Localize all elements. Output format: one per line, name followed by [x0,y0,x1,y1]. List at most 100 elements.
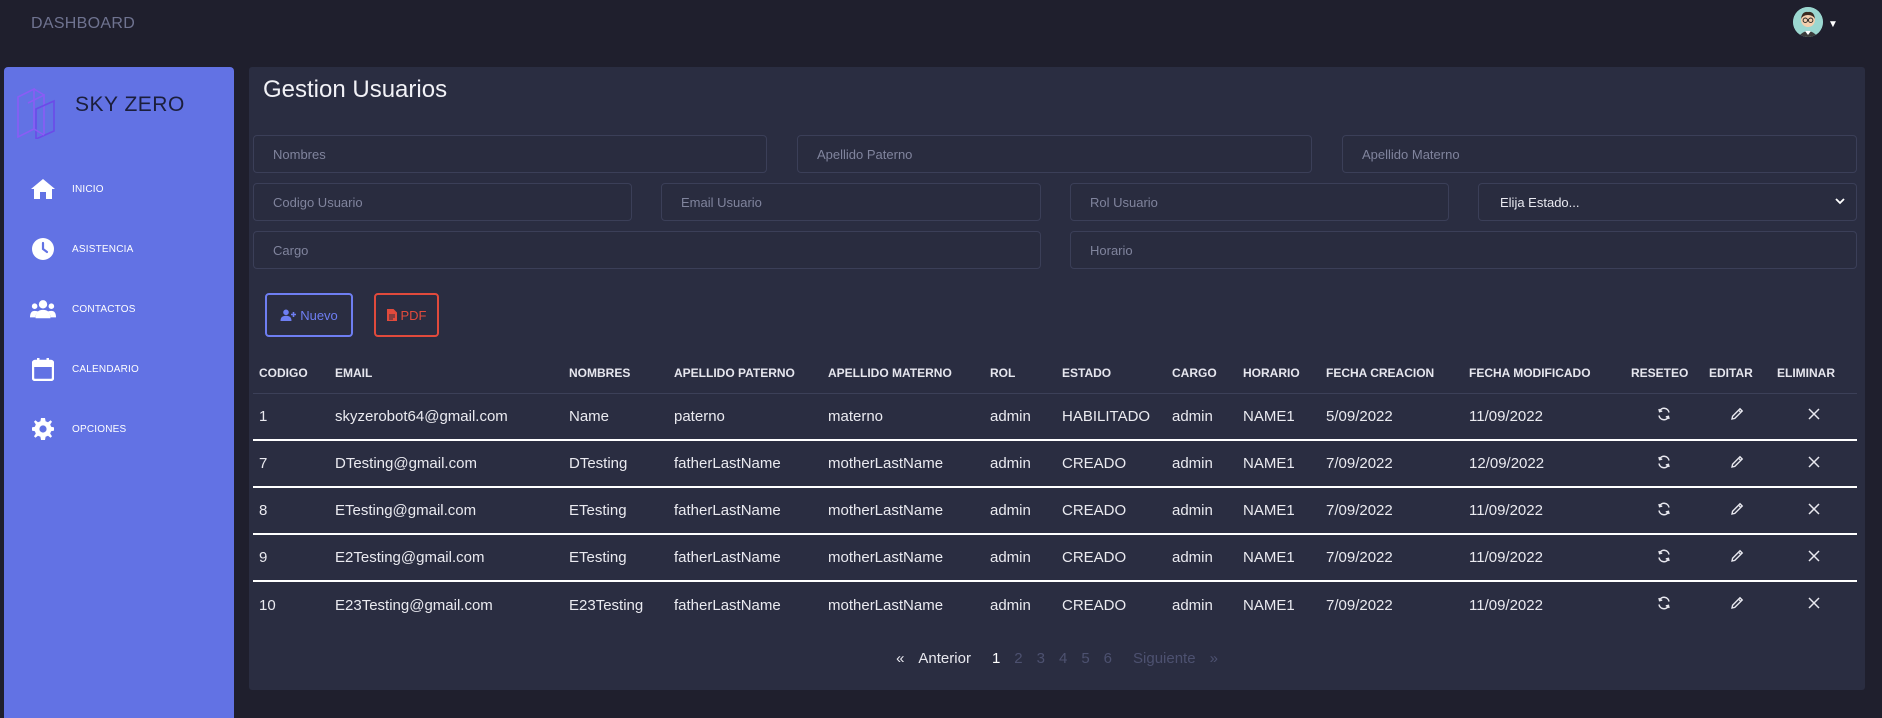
cell-cargo: admin [1172,455,1213,472]
edit-button-pencil-icon[interactable] [1730,549,1744,567]
column-header-apellido-materno[interactable]: APELLIDO MATERNO [822,354,984,394]
cell-codigo: 9 [259,549,268,566]
cell-horario: NAME1 [1243,502,1295,519]
cell-action [1703,393,1771,440]
codigo-usuario-input[interactable] [253,183,632,221]
sidebar-item-contactos[interactable]: CONTACTOS [30,295,220,323]
cell-cargo: admin [1172,502,1213,519]
column-header-editar: EDITAR [1703,354,1771,394]
delete-button-close-icon[interactable] [1807,407,1821,425]
user-avatar-icon[interactable] [1793,7,1823,37]
sidebar-item-label: CONTACTOS [72,303,136,315]
delete-button-close-icon[interactable] [1807,596,1821,614]
sidebar-item-calendario[interactable]: CALENDARIO [30,355,220,383]
column-header-eliminar: ELIMINAR [1771,354,1857,394]
cell-estado: CREADO [1062,455,1127,472]
main-panel: Gestion Usuarios Elija Estado... Nuevo P… [249,67,1865,690]
cell-codigo: 1 [259,407,268,425]
cell-rol: admin [990,502,1031,519]
sidebar-item-asistencia[interactable]: ASISTENCIA [30,235,220,263]
cell-action [1771,487,1857,534]
nuevo-button[interactable]: Nuevo [265,293,353,337]
column-header-apellido-paterno[interactable]: APELLIDO PATERNO [668,354,822,394]
users-table: CODIGO EMAIL NOMBRES APELLIDO PATERNO AP… [253,354,1857,628]
cell-rol: admin [990,596,1031,614]
reset-button-refresh-icon[interactable] [1657,502,1671,520]
home-icon [30,176,56,202]
pagination-page-1[interactable]: 1 [992,650,1000,667]
cell-fecha-creacion: 7/09/2022 [1326,549,1393,566]
delete-button-close-icon[interactable] [1807,549,1821,567]
edit-button-pencil-icon[interactable] [1730,502,1744,520]
cell-fecha-creacion: 7/09/2022 [1326,455,1393,472]
cell-action [1625,393,1703,440]
pagination-page-5[interactable]: 5 [1081,650,1089,667]
cell-estado: CREADO [1062,549,1127,566]
delete-button-close-icon[interactable] [1807,455,1821,473]
apellido-paterno-input[interactable] [797,135,1312,173]
column-header-fecha-modificado[interactable]: FECHA MODIFICADO [1463,354,1625,394]
edit-button-pencil-icon[interactable] [1730,455,1744,473]
column-header-email[interactable]: EMAIL [329,354,563,394]
cell-email: E23Testing@gmail.com [335,596,493,614]
pdf-button[interactable]: PDF [374,293,439,337]
pagination-page-2[interactable]: 2 [1014,650,1022,667]
cell-codigo: 8 [259,502,268,519]
pagination-page-6[interactable]: 6 [1104,650,1112,667]
cell-email: E2Testing@gmail.com [335,549,485,566]
top-bar: DASHBOARD ▼ [0,0,1882,48]
logo-icon [14,79,66,144]
avatar-dropdown-caret-icon[interactable]: ▼ [1828,19,1838,30]
cell-rol: admin [990,407,1031,425]
cell-action [1771,440,1857,487]
estado-select[interactable]: Elija Estado... [1478,183,1857,221]
cell-action [1703,487,1771,534]
sidebar-item-inicio[interactable]: INICIO [30,175,220,203]
edit-button-pencil-icon[interactable] [1730,596,1744,614]
logo-text: SKY ZERO [75,93,185,116]
dashboard-brand[interactable]: DASHBOARD [31,15,135,33]
nombres-input[interactable] [253,135,767,173]
column-header-codigo[interactable]: CODIGO [253,354,329,394]
cell-fecha-creacion: 7/09/2022 [1326,502,1393,519]
cell-nombres: ETesting [569,502,627,519]
cell-action [1771,534,1857,581]
reset-button-refresh-icon[interactable] [1657,455,1671,473]
users-icon [30,296,56,322]
horario-input[interactable] [1070,231,1857,269]
cell-apellido-materno: motherLastName [828,596,944,614]
cargo-input[interactable] [253,231,1041,269]
sidebar-item-label: OPCIONES [72,423,127,435]
column-header-nombres[interactable]: NOMBRES [563,354,668,394]
pagination-first[interactable]: « [896,650,904,667]
reset-button-refresh-icon[interactable] [1657,596,1671,614]
pagination-prev[interactable]: Anterior [918,650,971,667]
pagination-page-4[interactable]: 4 [1059,650,1067,667]
cell-estado: CREADO [1062,502,1127,519]
sidebar: SKY ZERO INICIO ASISTENCIA CONTACTOS CAL… [4,67,234,718]
reset-button-refresh-icon[interactable] [1657,407,1671,425]
column-header-rol[interactable]: ROL [984,354,1056,394]
table-row: 1 skyzerobot64@gmail.com Name paterno matern… [253,393,1857,440]
pagination-page-3[interactable]: 3 [1037,650,1045,667]
column-header-estado[interactable]: ESTADO [1056,354,1166,394]
reset-button-refresh-icon[interactable] [1657,549,1671,567]
gear-icon [30,416,56,442]
column-header-cargo[interactable]: CARGO [1166,354,1237,394]
cell-action [1625,534,1703,581]
edit-button-pencil-icon[interactable] [1730,407,1744,425]
cell-estado: HABILITADO [1062,407,1151,425]
column-header-fecha-creacion[interactable]: FECHA CREACION [1320,354,1463,394]
column-header-horario[interactable]: HORARIO [1237,354,1320,394]
cell-nombres: E23Testing [569,596,644,614]
cell-codigo: 7 [259,455,268,472]
delete-button-close-icon[interactable] [1807,502,1821,520]
cell-action [1625,487,1703,534]
pagination-next[interactable]: Siguiente [1133,650,1196,667]
apellido-materno-input[interactable] [1342,135,1857,173]
cell-cargo: admin [1172,549,1213,566]
email-usuario-input[interactable] [661,183,1041,221]
sidebar-item-opciones[interactable]: OPCIONES [30,415,220,443]
pagination-last[interactable]: » [1210,650,1218,667]
rol-usuario-input[interactable] [1070,183,1449,221]
